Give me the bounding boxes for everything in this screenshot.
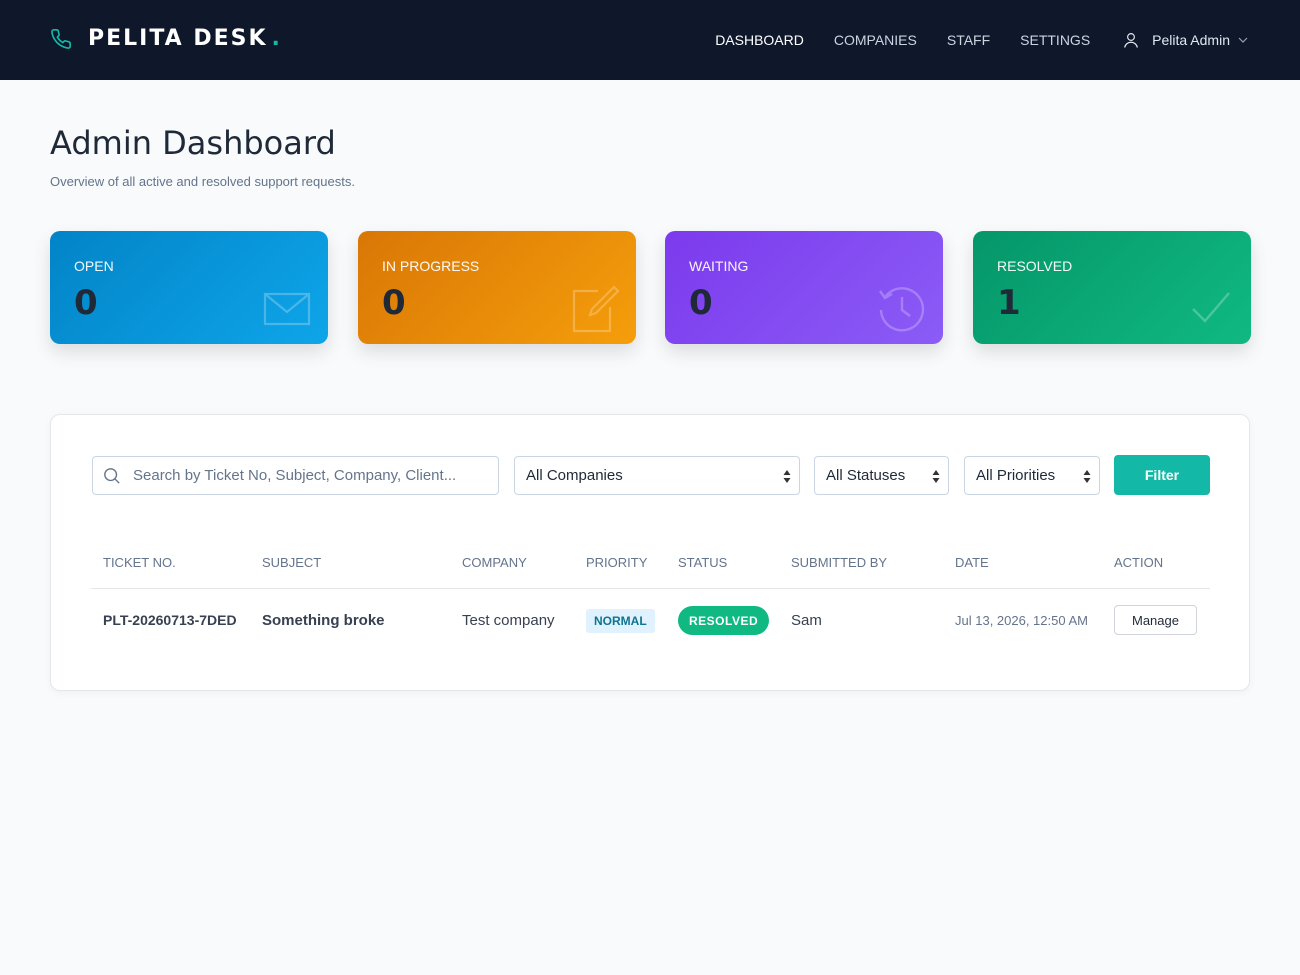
chevron-down-icon — [1238, 37, 1248, 43]
company-select-value: All Companies — [526, 467, 623, 484]
check-icon — [1192, 292, 1230, 323]
stat-value: 1 — [997, 283, 1021, 323]
user-menu[interactable]: Pelita Admin — [1122, 31, 1248, 49]
select-arrows-icon — [783, 470, 791, 483]
page-subtitle: Overview of all active and resolved supp… — [50, 174, 355, 189]
nav-staff[interactable]: STAFF — [947, 32, 990, 48]
priority-select[interactable]: All Priorities — [964, 456, 1100, 495]
priority-badge: NORMAL — [586, 609, 655, 633]
col-header-action: ACTION — [1114, 555, 1164, 570]
col-header-company: COMPANY — [462, 555, 527, 570]
main-nav: DASHBOARD COMPANIES STAFF SETTINGS Pelit… — [685, 0, 1248, 80]
col-header-status: STATUS — [678, 555, 728, 570]
envelope-icon — [263, 292, 311, 326]
tickets-panel: All Companies All Statuses All Prioritie… — [50, 414, 1250, 691]
cell-company: Test company — [462, 612, 555, 629]
brand[interactable]: PELITA DESK . — [50, 26, 280, 51]
stat-card-in-progress: IN PROGRESS 0 — [358, 231, 636, 344]
history-icon — [879, 287, 925, 332]
search-icon — [104, 467, 120, 484]
phone-icon — [51, 28, 71, 49]
status-select-value: All Statuses — [826, 467, 906, 484]
stat-card-waiting: WAITING 0 — [665, 231, 943, 344]
company-select[interactable]: All Companies — [514, 456, 800, 495]
status-select[interactable]: All Statuses — [814, 456, 949, 495]
col-header-submitted-by: SUBMITTED BY — [791, 555, 888, 570]
brand-dot: . — [271, 26, 280, 51]
table-divider — [91, 588, 1210, 589]
nav-companies[interactable]: COMPANIES — [834, 32, 917, 48]
col-header-subject: SUBJECT — [262, 555, 322, 570]
status-badge: RESOLVED — [678, 606, 770, 635]
select-arrows-icon — [932, 470, 940, 483]
stat-value: 0 — [689, 283, 713, 323]
user-icon — [1124, 33, 1139, 48]
col-header-priority: PRIORITY — [586, 555, 648, 570]
user-name: Pelita Admin — [1152, 32, 1230, 48]
nav-settings[interactable]: SETTINGS — [1020, 32, 1090, 48]
stat-value: 0 — [74, 283, 98, 323]
stat-label: IN PROGRESS — [382, 258, 480, 274]
stat-card-open: OPEN 0 — [50, 231, 328, 344]
cell-subject: Something broke — [262, 612, 385, 629]
stat-label: RESOLVED — [997, 258, 1073, 274]
filter-button[interactable]: Filter — [1114, 455, 1210, 495]
stat-card-resolved: RESOLVED 1 — [973, 231, 1251, 344]
nav-dashboard[interactable]: DASHBOARD — [715, 32, 804, 48]
col-header-date: DATE — [955, 555, 989, 570]
page-title: Admin Dashboard — [50, 124, 336, 162]
cell-ticket-no: PLT-20260713-7DED — [103, 612, 237, 628]
cell-submitted-by: Sam — [791, 612, 822, 629]
top-navbar: PELITA DESK . DASHBOARD COMPANIES STAFF … — [0, 0, 1300, 80]
edit-icon — [572, 285, 620, 333]
search-input[interactable] — [133, 467, 483, 484]
stat-label: WAITING — [689, 258, 749, 274]
select-arrows-icon — [1083, 470, 1091, 483]
stat-label: OPEN — [74, 258, 114, 274]
col-header-ticket: TICKET NO. — [103, 555, 176, 570]
manage-button[interactable]: Manage — [1114, 605, 1197, 635]
cell-date: Jul 13, 2026, 12:50 AM — [955, 613, 1088, 628]
stat-value: 0 — [382, 283, 406, 323]
search-box[interactable] — [92, 456, 499, 495]
brand-name: PELITA DESK — [88, 26, 268, 51]
priority-select-value: All Priorities — [976, 467, 1056, 484]
